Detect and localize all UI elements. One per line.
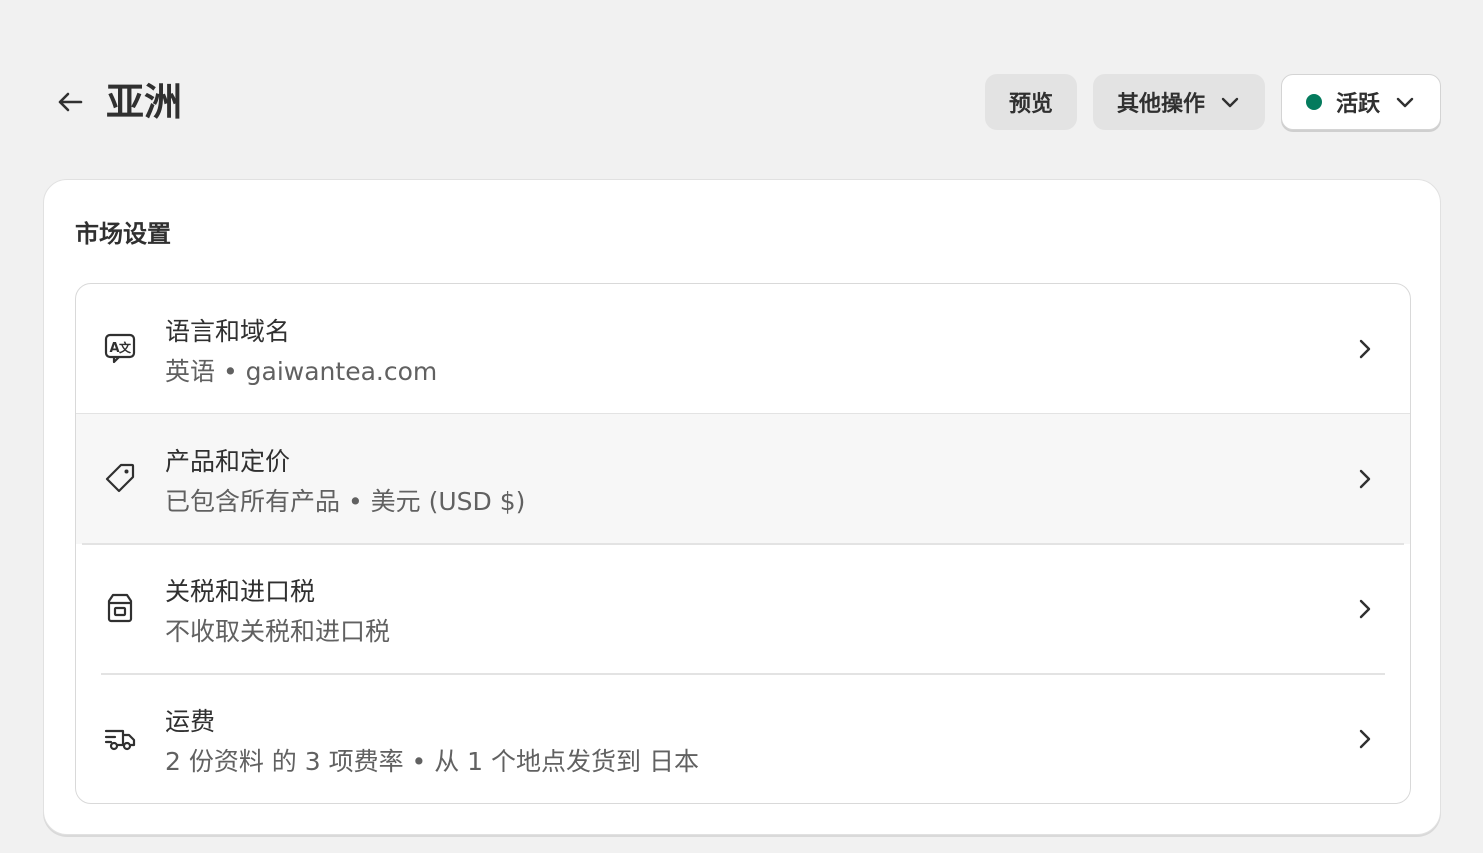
row-title: 关税和进口税	[165, 577, 316, 606]
chevron-right-icon	[1350, 594, 1380, 624]
row-title: 语言和域名	[165, 317, 291, 346]
more-actions-label: 其他操作	[1116, 92, 1205, 117]
status-dropdown[interactable]: 活跃	[1280, 74, 1441, 130]
chevron-right-icon	[1350, 334, 1380, 364]
duties-box-icon	[102, 590, 138, 626]
chevron-right-icon	[1350, 464, 1380, 494]
page-title: 亚洲	[106, 80, 183, 124]
back-button[interactable]	[50, 82, 90, 122]
row-title: 运费	[165, 707, 216, 736]
row-subtitle: 英语 • gaiwantea.com	[165, 357, 438, 386]
price-tag-icon	[102, 460, 138, 496]
delivery-truck-icon	[102, 720, 138, 756]
status-label: 活跃	[1335, 92, 1380, 117]
header-actions: 预览 其他操作 活跃	[984, 74, 1441, 130]
language-icon: A 文	[102, 330, 138, 366]
market-settings-card: 市场设置 A 文 语言和域名 英语 • gaiwantea.com 产品和定价 …	[43, 179, 1441, 835]
chevron-down-icon	[1396, 97, 1414, 108]
settings-list: A 文 语言和域名 英语 • gaiwantea.com 产品和定价 已包含所有…	[75, 283, 1411, 804]
card-title: 市场设置	[75, 220, 171, 248]
page-header: 亚洲 预览 其他操作 活跃	[0, 0, 1483, 180]
settings-row-products-pricing[interactable]: 产品和定价 已包含所有产品 • 美元 (USD $)	[76, 414, 1410, 544]
settings-row-duties-taxes[interactable]: 关税和进口税 不收取关税和进口税	[76, 544, 1410, 674]
row-subtitle: 已包含所有产品 • 美元 (USD $)	[165, 487, 526, 516]
preview-button[interactable]: 预览	[984, 74, 1077, 130]
row-subtitle: 2 份资料 的 3 项费率 • 从 1 个地点发货到 日本	[165, 747, 699, 776]
status-dot-icon	[1305, 94, 1322, 110]
chevron-right-icon	[1350, 724, 1380, 754]
settings-row-shipping[interactable]: 运费 2 份资料 的 3 项费率 • 从 1 个地点发货到 日本	[76, 674, 1410, 803]
settings-row-languages-domains[interactable]: A 文 语言和域名 英语 • gaiwantea.com	[76, 284, 1410, 414]
preview-button-label: 预览	[1008, 92, 1053, 117]
row-title: 产品和定价	[165, 447, 291, 476]
more-actions-button[interactable]: 其他操作	[1092, 74, 1265, 130]
chevron-down-icon	[1221, 97, 1239, 108]
svg-text:文: 文	[119, 340, 132, 355]
row-subtitle: 不收取关税和进口税	[165, 617, 391, 646]
arrow-left-icon	[58, 92, 83, 112]
